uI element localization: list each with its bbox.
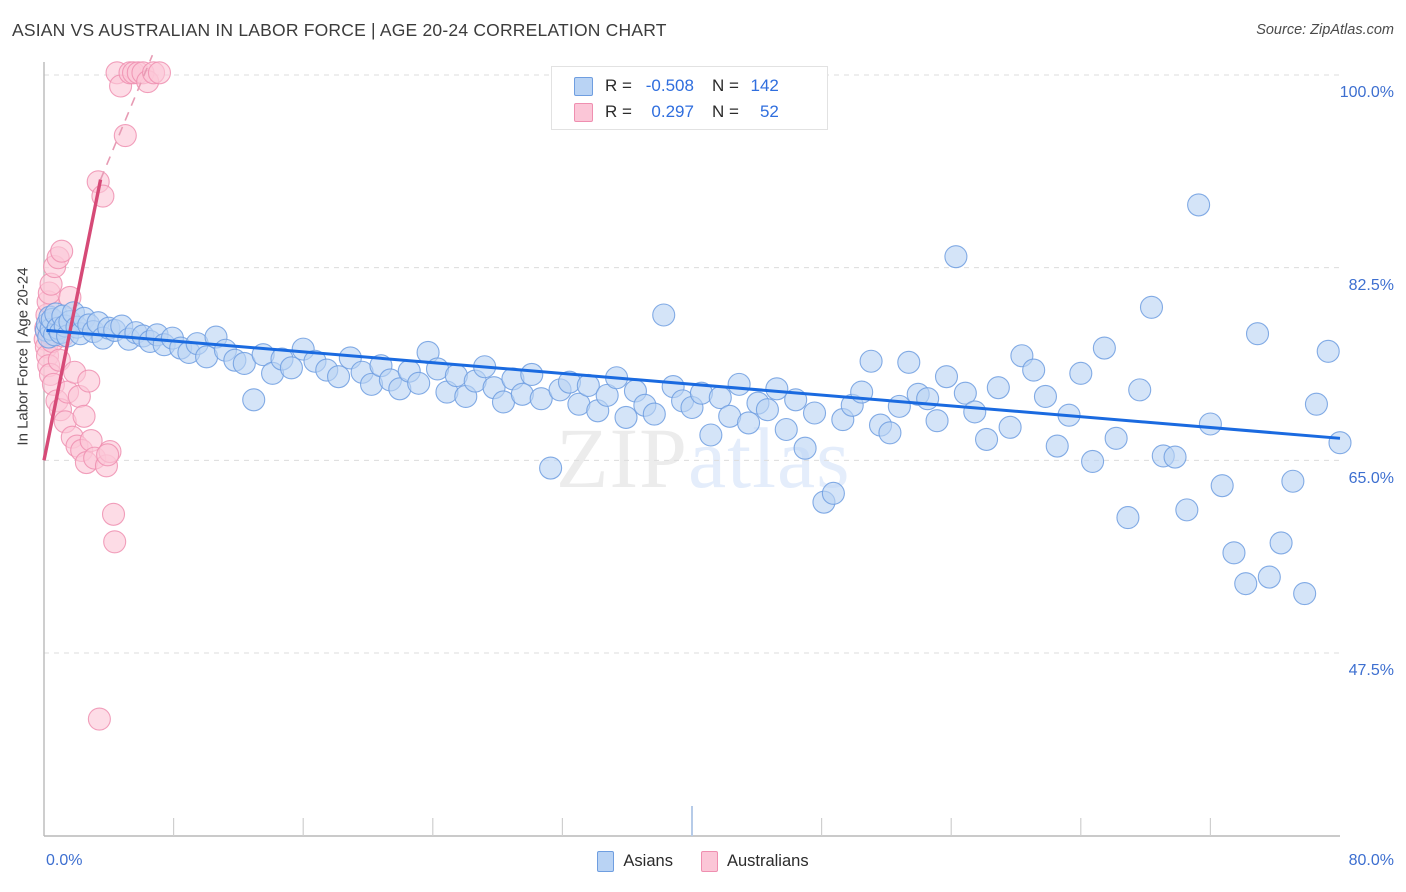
data-point <box>1293 581 1317 606</box>
data-point <box>1187 193 1211 217</box>
data-point <box>539 456 563 480</box>
series-legend: Asians Australians <box>0 851 1406 872</box>
axis-lines <box>43 62 1340 837</box>
data-point <box>1081 449 1105 473</box>
data-point <box>925 409 949 433</box>
data-point <box>878 421 902 445</box>
data-point <box>113 124 137 148</box>
data-point <box>77 369 101 393</box>
series-legend-item-asians[interactable]: Asians <box>597 851 673 872</box>
legend-swatch-australians <box>574 102 593 122</box>
data-point <box>1281 469 1305 493</box>
data-point <box>1210 474 1234 498</box>
data-point <box>1269 531 1293 555</box>
data-point <box>326 365 351 389</box>
data-point <box>279 356 303 380</box>
data-point <box>727 372 751 396</box>
n-label-asians: N = <box>711 76 739 95</box>
data-point <box>1304 392 1328 416</box>
data-point <box>1033 384 1058 409</box>
data-point <box>699 423 723 447</box>
data-point <box>1175 498 1199 522</box>
data-point <box>407 371 431 395</box>
data-point <box>821 481 845 505</box>
y-tick-label-1: 82.5% <box>1348 277 1394 294</box>
data-point <box>50 239 74 263</box>
data-point <box>944 245 968 269</box>
series-legend-item-australians[interactable]: Australians <box>700 851 809 872</box>
data-point <box>1104 426 1128 450</box>
australians-points <box>33 61 172 731</box>
data-point <box>887 394 911 418</box>
data-point <box>96 443 120 467</box>
data-point <box>642 402 666 426</box>
data-point <box>755 398 779 422</box>
r-value-australians: 0.297 <box>651 102 694 121</box>
y-tick-label-0: 100.0% <box>1339 84 1394 101</box>
r-value-asians: -0.508 <box>645 76 694 95</box>
data-point <box>998 415 1022 439</box>
n-value-asians: 142 <box>750 76 779 95</box>
series-swatch-asians <box>597 851 615 872</box>
n-label-australians: N = <box>711 102 739 121</box>
data-point <box>765 377 789 401</box>
data-point <box>974 427 999 451</box>
correlation-legend: R = -0.508 N = 142 R = 0.297 N = 52 <box>551 66 828 130</box>
data-point <box>1092 336 1116 360</box>
data-point <box>1022 358 1046 382</box>
data-point <box>1128 378 1152 402</box>
data-point <box>793 436 817 460</box>
data-point <box>963 400 987 424</box>
data-point <box>101 502 126 526</box>
n-value-australians: 52 <box>759 102 779 121</box>
data-point <box>1139 295 1164 319</box>
asians-points <box>34 193 1352 606</box>
data-point <box>72 404 96 428</box>
y-tick-label-2: 65.0% <box>1348 470 1394 487</box>
y-tick-label-3: 47.5% <box>1348 662 1394 679</box>
data-point <box>1245 322 1270 346</box>
series-label-australians: Australians <box>726 852 809 870</box>
data-point <box>147 61 172 85</box>
data-point <box>614 405 638 429</box>
data-point <box>87 707 111 731</box>
data-point <box>242 388 266 412</box>
data-point <box>859 349 883 373</box>
series-swatch-australians <box>700 851 718 872</box>
data-point <box>1069 361 1093 385</box>
legend-swatch-asians <box>574 76 593 96</box>
data-point <box>1116 506 1140 530</box>
r-label-asians: R = <box>605 76 632 95</box>
data-point <box>1163 445 1187 469</box>
data-point <box>1045 434 1069 458</box>
data-point <box>934 365 959 389</box>
data-point <box>986 376 1010 400</box>
x-axis-ticks <box>173 806 1212 836</box>
data-point <box>510 382 534 406</box>
scatter-plot-canvas <box>33 54 1352 837</box>
data-point <box>1257 565 1281 589</box>
data-point <box>1316 339 1340 363</box>
series-label-asians: Asians <box>623 852 673 870</box>
correlation-row-australians: R = 0.297 N = 52 <box>552 99 827 125</box>
data-point <box>652 303 676 327</box>
data-point <box>520 362 544 387</box>
data-point <box>897 350 921 374</box>
r-label-australians: R = <box>605 102 632 121</box>
data-point <box>774 417 798 442</box>
correlation-row-asians: R = -0.508 N = 142 <box>552 73 827 99</box>
data-point <box>1234 572 1258 596</box>
chart-root: ASIAN VS AUSTRALIAN IN LABOR FORCE | AGE… <box>0 0 1406 892</box>
data-point <box>802 401 827 425</box>
data-point <box>737 411 761 435</box>
data-point <box>916 387 940 411</box>
data-point <box>1222 541 1246 565</box>
data-point <box>1198 412 1222 436</box>
data-point <box>1328 431 1352 455</box>
data-point <box>103 530 127 554</box>
